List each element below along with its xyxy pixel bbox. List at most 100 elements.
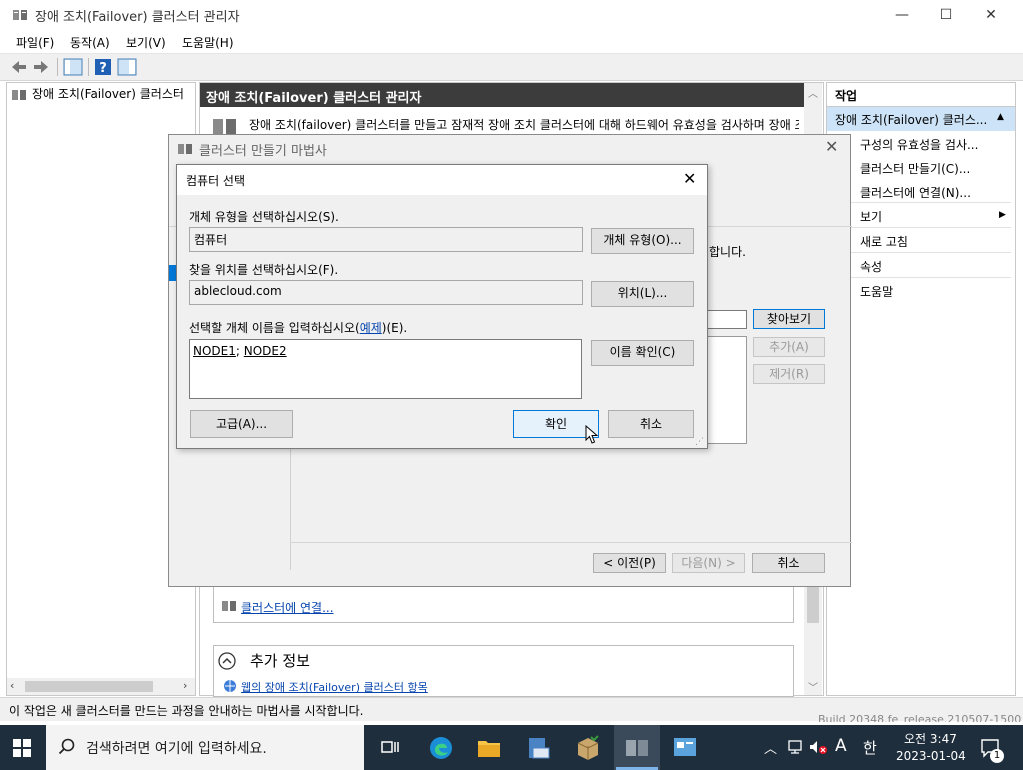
- action-pane-header: 작업: [827, 83, 1015, 107]
- windows-start-icon[interactable]: [13, 739, 31, 757]
- file-explorer-icon[interactable]: [476, 736, 502, 760]
- volume-muted-icon[interactable]: [808, 739, 828, 755]
- center-header: 장애 조치(Failover) 클러스터 관리자: [200, 83, 804, 107]
- ime-mode-indicator[interactable]: A: [835, 736, 847, 756]
- package-icon[interactable]: [574, 734, 602, 762]
- mouse-cursor-icon: [585, 425, 599, 444]
- action-view[interactable]: 보기: [860, 208, 882, 225]
- menu-action[interactable]: 동작(A): [70, 34, 110, 51]
- status-bar: 이 작업은 새 클러스터를 만드는 과정을 안내하는 마법사를 시작합니다. B…: [0, 697, 1023, 722]
- status-text: 이 작업은 새 클러스터를 만드는 과정을 안내하는 마법사를 시작합니다.: [9, 704, 364, 718]
- footer-divider: [290, 542, 852, 543]
- action-group-title[interactable]: 장애 조치(Failover) 클러스...: [827, 107, 1015, 131]
- previous-button[interactable]: < 이전(P): [593, 553, 666, 573]
- wizard-close-icon[interactable]: ✕: [825, 137, 838, 156]
- collapse-up-icon[interactable]: ▲: [997, 112, 1004, 122]
- connect-cluster-icon: [222, 601, 236, 611]
- remove-button[interactable]: 제거(R): [753, 364, 825, 384]
- check-names-button[interactable]: 이름 확인(C): [591, 340, 694, 366]
- web-cluster-link[interactable]: 웹의 장애 조치(Failover) 클러스터 항목: [241, 679, 428, 695]
- name-node1: NODE1: [193, 344, 236, 358]
- network-icon[interactable]: [787, 739, 805, 755]
- location-label: 찾을 위치를 선택하십시오(F).: [189, 263, 339, 277]
- browse-button[interactable]: 찾아보기: [753, 309, 825, 329]
- select-computers-dialog: 컴퓨터 선택 ✕ 개체 유형을 선택하십시오(S). 컴퓨터 개체 유형(O).…: [176, 164, 708, 449]
- tray-expand-icon[interactable]: ︿: [764, 738, 777, 757]
- connect-cluster-link[interactable]: 클러스터에 연결...: [241, 599, 334, 616]
- picker-title-bar: [177, 165, 707, 195]
- selected-servers-list[interactable]: [707, 336, 747, 444]
- advanced-button[interactable]: 고급(A)...: [190, 410, 293, 438]
- show-hide-console-tree-icon[interactable]: [62, 57, 84, 77]
- names-label-post: )(E).: [381, 321, 408, 335]
- object-type-field: 컴퓨터: [189, 227, 583, 252]
- more-info-header: 추가 정보: [250, 652, 310, 670]
- tree-horizontal-scrollbar[interactable]: ‹ ›: [7, 678, 195, 695]
- examples-link[interactable]: 예제: [360, 321, 382, 335]
- scroll-right-icon[interactable]: ›: [183, 679, 187, 692]
- resize-grip-icon[interactable]: ⋰: [695, 437, 704, 447]
- picker-cancel-button[interactable]: 취소: [608, 410, 694, 438]
- clock-time[interactable]: 오전 3:47: [904, 730, 957, 747]
- action-validate-config[interactable]: 구성의 유효성을 검사...: [860, 136, 978, 153]
- collapse-icon[interactable]: [217, 651, 237, 671]
- language-indicator[interactable]: 한: [863, 737, 877, 758]
- scroll-thumb-vertical[interactable]: [807, 583, 819, 623]
- task-view-icon[interactable]: [380, 737, 400, 757]
- cluster-node-icon: [12, 90, 26, 100]
- name-node2: NODE2: [243, 344, 287, 358]
- wizard-icon: [178, 144, 192, 154]
- action-connect-cluster[interactable]: 클러스터에 연결(N)...: [860, 184, 971, 201]
- toolbar: ?: [0, 54, 1023, 81]
- name-separator: ;: [235, 344, 244, 358]
- minimize-button[interactable]: —: [879, 0, 925, 30]
- tree-root-item[interactable]: 장애 조치(Failover) 클러스터: [32, 85, 184, 102]
- submenu-arrow-icon: ▶: [999, 210, 1006, 220]
- svg-text:?: ?: [99, 61, 107, 76]
- active-taskbar-app[interactable]: [614, 725, 660, 770]
- server-name-input[interactable]: [707, 310, 747, 329]
- show-hide-action-pane-icon[interactable]: [116, 57, 138, 77]
- maximize-button[interactable]: ☐: [923, 0, 969, 30]
- picker-title: 컴퓨터 선택: [186, 174, 246, 188]
- action-refresh[interactable]: 새로 고침: [860, 233, 908, 250]
- failover-cluster-manager-icon: [626, 740, 648, 756]
- object-names-input[interactable]: NODE1; NODE2: [189, 339, 582, 399]
- action-create-cluster[interactable]: 클러스터 만들기(C)...: [860, 160, 970, 177]
- action-pane: 작업 장애 조치(Failover) 클러스... ▲ 구성의 유효성을 검사.…: [826, 82, 1016, 696]
- menu-view[interactable]: 보기(V): [126, 34, 166, 51]
- scroll-down-icon[interactable]: ﹀: [808, 679, 818, 694]
- remote-desktop-icon[interactable]: [671, 735, 699, 761]
- server-manager-icon[interactable]: [525, 734, 553, 762]
- scroll-up-icon[interactable]: ︿: [808, 85, 818, 100]
- add-button[interactable]: 추가(A): [753, 337, 825, 357]
- wizard-title: 클러스터 만들기 마법사: [199, 144, 327, 159]
- close-button[interactable]: ✕: [968, 0, 1014, 30]
- menu-bar: 파일(F) 동작(A) 보기(V) 도움말(H): [0, 30, 1023, 54]
- taskbar-search-box[interactable]: 검색하려면 여기에 입력하세요.: [46, 725, 364, 770]
- clock-date[interactable]: 2023-01-04: [896, 749, 966, 763]
- forward-arrow-icon[interactable]: [30, 57, 52, 77]
- wizard-cancel-button[interactable]: 취소: [752, 553, 825, 573]
- back-arrow-icon[interactable]: [8, 57, 30, 77]
- menu-help[interactable]: 도움말(H): [182, 34, 234, 51]
- scroll-thumb[interactable]: [25, 681, 153, 692]
- help-icon[interactable]: ?: [92, 57, 114, 77]
- names-label: 선택할 개체 이름을 입력하십시오(예제)(E).: [189, 319, 407, 336]
- object-types-button[interactable]: 개체 유형(O)...: [591, 228, 694, 254]
- menu-file[interactable]: 파일(F): [16, 34, 54, 51]
- action-help[interactable]: 도움말: [860, 283, 893, 300]
- locations-button[interactable]: 위치(L)...: [591, 281, 694, 307]
- next-button[interactable]: 다음(N) >: [672, 553, 745, 573]
- scroll-left-icon[interactable]: ‹: [10, 679, 14, 692]
- more-info-section: 추가 정보 웹의 장애 조치(Failover) 클러스터 항목: [213, 645, 794, 697]
- cluster-manager-icon: [13, 10, 27, 20]
- build-watermark: Build 20348.fe_release.210507-1500: [818, 713, 1022, 722]
- taskbar: 검색하려면 여기에 입력하세요. ︿ A 한 오전 3:47 2023-01-0…: [0, 725, 1023, 770]
- picker-close-icon[interactable]: ✕: [683, 169, 696, 188]
- edge-browser-icon[interactable]: [428, 735, 454, 761]
- notification-badge: 1: [990, 749, 1004, 763]
- window-title: 장애 조치(Failover) 클러스터 관리자: [35, 10, 240, 25]
- action-properties[interactable]: 속성: [860, 258, 882, 275]
- names-label-pre: 선택할 개체 이름을 입력하십시오(: [189, 321, 360, 335]
